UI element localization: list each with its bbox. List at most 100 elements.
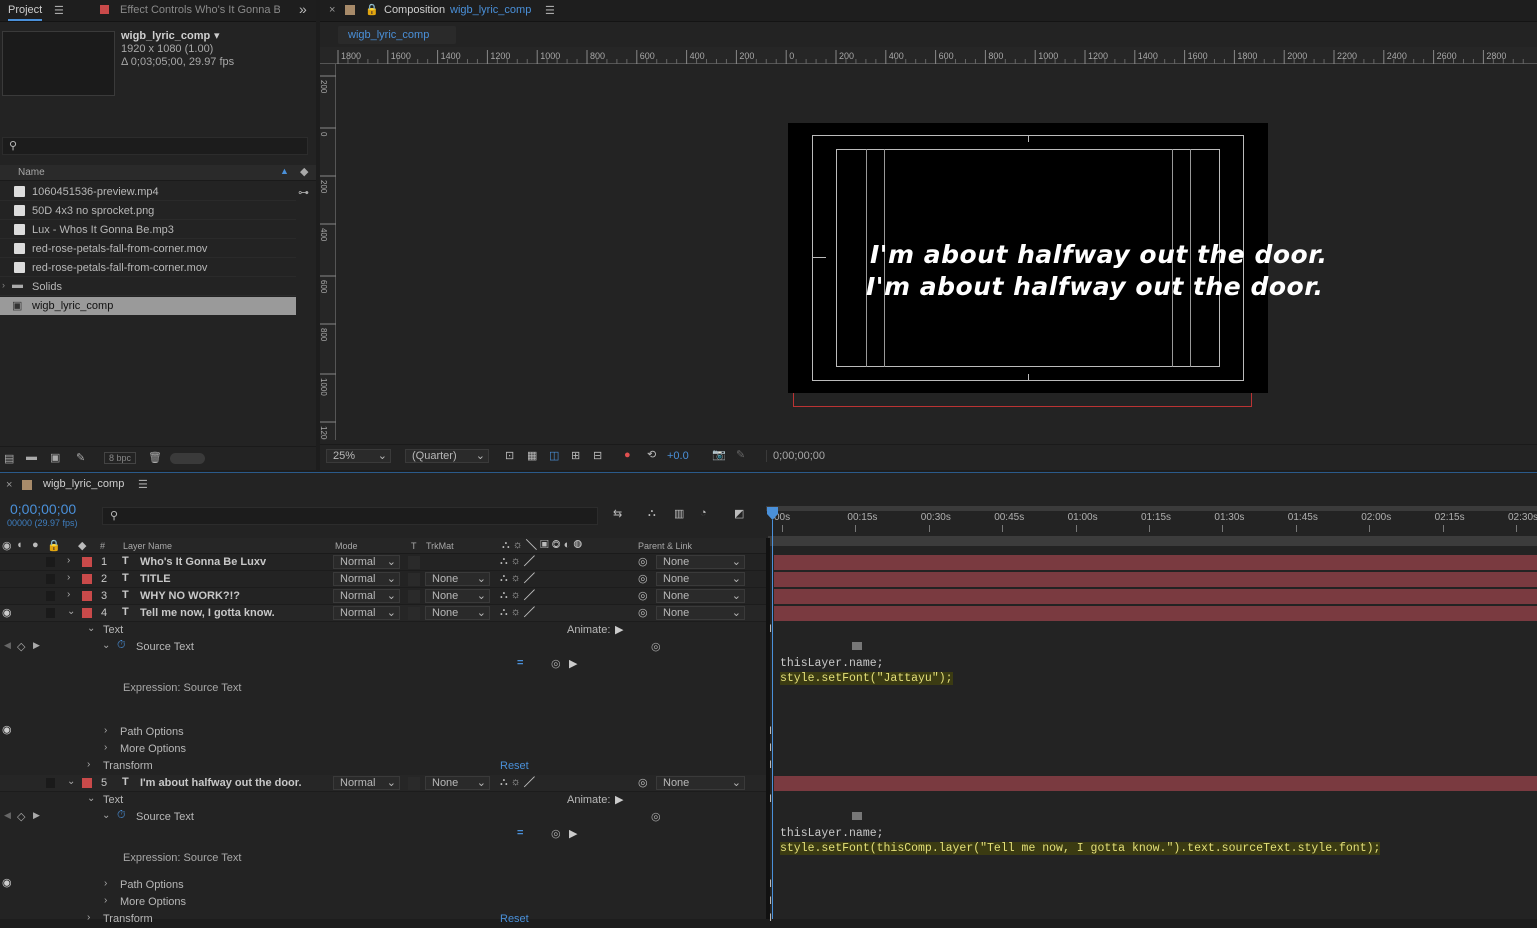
project-item[interactable]: 1060451536-preview.mp4 [0,183,296,201]
expand-arrow-icon[interactable]: › [104,895,107,906]
expand-arrow-icon[interactable]: ⌄ [67,606,75,617]
interpret-footage-icon[interactable]: ▤ [4,452,14,465]
eye-icon[interactable]: ◉ [2,606,12,619]
preserve-transparency-box[interactable] [408,777,420,790]
layer-row[interactable]: › 1 T Who's It Gonna Be Luxv Normal ⌄ ⛬ ☼ ╱ ◎ No… [0,554,766,571]
switch-icons[interactable]: ⛬ ☼ ╱ [500,606,535,619]
switch-icons[interactable]: ⛬ ☼ ╱ [500,555,535,568]
trkmat-dropdown[interactable]: None ⌄ [425,776,490,790]
lock-slot[interactable] [46,608,55,618]
trkmat-dropdown[interactable]: None ⌄ [425,606,490,620]
channels-icon[interactable]: ● [624,449,631,461]
pick-whip-icon[interactable]: ◎ [651,640,661,653]
next-keyframe-icon[interactable]: ▶ [33,810,40,821]
playhead-handle[interactable] [767,507,778,521]
grid-icon[interactable]: ⊟ [593,449,602,462]
label-color-swatch[interactable] [82,574,92,584]
animate-play-icon[interactable]: ▶ [615,793,623,806]
switch-icons[interactable]: ⛬ ☼ ╱ [500,589,535,602]
trkmat-dropdown[interactable]: None ⌄ [425,572,490,586]
expression-enable-icon[interactable]: = [517,657,523,669]
reset-exposure-icon[interactable]: ⟲ [647,448,656,461]
expand-arrow-icon[interactable]: › [87,759,90,770]
expand-arrow-icon[interactable]: › [104,878,107,889]
expression-language-icon[interactable]: ▶ [569,657,577,670]
layer-name-column[interactable]: Layer Name [123,541,172,551]
resolution-dropdown[interactable]: (Quarter) ⌄ [405,449,489,463]
parent-dropdown[interactable]: None ⌄ [656,555,745,569]
mask-visibility-icon[interactable]: ◫ [549,449,559,462]
pick-whip-icon[interactable]: ◎ [651,810,661,823]
tab-overflow-icon[interactable]: » [299,1,307,17]
current-time[interactable]: 0;00;00;00 [10,501,76,517]
thumbnail-slider[interactable] [170,453,205,464]
lyric-line-2[interactable]: I'm about halfway out the door. [866,272,1323,301]
solo-icon[interactable]: ● [32,539,39,551]
expand-arrow-icon[interactable]: ⌄ [102,640,110,651]
motion-blur-icon[interactable]: ◩ [734,507,744,520]
property-row[interactable]: › Transform [0,758,766,775]
lock-slot[interactable] [46,591,55,601]
mode-dropdown[interactable]: Normal ⌄ [333,572,400,586]
layer-duration-bar[interactable] [774,555,1537,570]
layer-duration-bar[interactable] [774,606,1537,621]
pick-whip-icon[interactable]: ◎ [638,606,648,619]
transparency-grid-icon[interactable]: ▦ [527,449,537,462]
property-row[interactable]: › Path Options [0,724,766,741]
project-item[interactable]: red-rose-petals-fall-from-corner.mov [0,259,296,277]
layer-name[interactable]: WHY NO WORK?!? [140,590,240,602]
lock-icon[interactable]: 🔒 [365,3,379,16]
bit-depth-button[interactable]: 8 bpc [104,452,137,464]
composition-flowchart-icon[interactable]: ⇆ [613,507,622,520]
panel-menu-icon[interactable]: ☰ [545,4,555,17]
show-snapshot-icon[interactable]: ✎ [736,448,745,461]
expression-graph-icon[interactable]: ◎ [551,827,561,840]
new-composition-icon[interactable]: ▣ [50,451,60,464]
property-row[interactable]: ⌄ Text [0,622,766,639]
expand-arrow-icon[interactable]: › [67,555,70,566]
snapshot-icon[interactable]: 📷 [712,448,726,461]
tab-effect-controls[interactable]: Effect Controls Who's It Gonna B [120,4,280,16]
sort-ascending-icon[interactable]: ▲ [280,166,289,176]
panel-menu-icon[interactable]: ☰ [54,4,64,17]
lock-slot[interactable] [46,557,55,567]
label-tag-icon[interactable]: ◆ [78,539,86,552]
property-row[interactable]: › Path Options [0,877,766,894]
timeline-tab[interactable]: wigb_lyric_comp [43,478,124,490]
preserve-transparency-box[interactable] [408,556,420,569]
keyframe-box[interactable] [852,812,862,820]
close-icon[interactable]: × [6,479,12,491]
panel-menu-icon[interactable]: ☰ [138,478,148,491]
layer-search-input[interactable]: ⚲ [102,507,598,525]
prev-keyframe-icon[interactable]: ◀ [4,810,11,821]
draft-3d-icon[interactable]: ⛬ [648,507,656,520]
close-icon[interactable]: × [329,4,335,16]
pick-whip-icon[interactable]: ◎ [638,572,648,585]
project-search-input[interactable]: ⚲ [2,137,308,155]
mode-dropdown[interactable]: Normal ⌄ [333,776,400,790]
work-area-bar[interactable] [766,506,1537,511]
expression-editor[interactable]: thisLayer.name; style.setFont(thisComp.la… [780,827,1381,855]
preserve-transparency-box[interactable] [408,607,420,620]
expand-arrow-icon[interactable]: › [2,280,5,290]
lyric-line-1[interactable]: I'm about halfway out the door. [870,240,1327,269]
parent-dropdown[interactable]: None ⌄ [656,776,745,790]
expand-arrow-icon[interactable]: › [87,912,90,923]
name-column[interactable]: Name [18,167,45,178]
expand-arrow-icon[interactable]: › [67,572,70,583]
animate-play-icon[interactable]: ▶ [615,623,623,636]
parent-dropdown[interactable]: None ⌄ [656,606,745,620]
switch-icons[interactable]: ⛬ ☼ ╱ [500,572,535,585]
expression-graph-icon[interactable]: ◎ [551,657,561,670]
project-item[interactable]: 50D 4x3 no sprocket.png [0,202,296,220]
layer-duration-bar[interactable] [774,572,1537,587]
trash-icon[interactable]: 🗑 [148,451,162,464]
label-color-swatch[interactable] [82,608,92,618]
lock-slot[interactable] [46,778,55,788]
parent-dropdown[interactable]: None ⌄ [656,572,745,586]
label-tag-icon[interactable]: ◆ [300,165,308,178]
layer-name[interactable]: Tell me now, I gotta know. [140,607,275,619]
expand-arrow-icon[interactable]: ⌄ [102,810,110,821]
reset-link[interactable]: Reset [500,913,529,925]
time-ruler[interactable]: 00s 00:15s 00:30s 00:45s 01:00s 01:15s 01:30s 0… [766,502,1537,538]
